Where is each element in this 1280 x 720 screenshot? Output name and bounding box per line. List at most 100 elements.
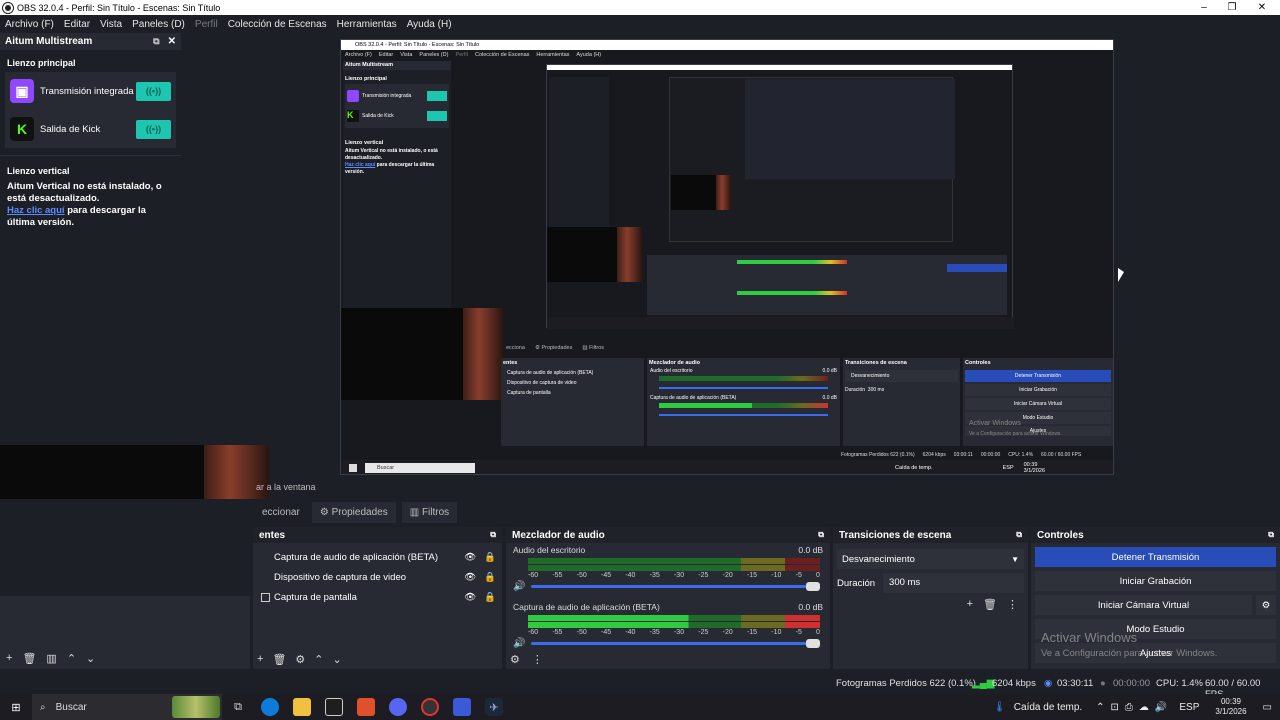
meter-scale: -60 -55 -50 -45 -40 -35 -30 -25 -20 -15 -10 -5 0 — [528, 572, 820, 579]
start-recording-button[interactable]: Iniciar Grabación — [1035, 571, 1276, 591]
kick-live-button[interactable]: ((•)) — [136, 119, 171, 139]
chevron-down-icon: ▼ — [1011, 554, 1019, 564]
record-icon: ● — [1100, 678, 1106, 689]
vertical-message: Aitum Vertical no está instalado, o está… — [7, 181, 162, 204]
mixer-channel-db: 0.0 dB — [798, 602, 823, 612]
taskbar-search[interactable]: ⌕ Buscar — [32, 694, 222, 720]
sources-toolbar: + 🗑 ⚙ ⌃ ⌄ — [257, 653, 342, 666]
dock-undock-icon[interactable]: ⧉ — [1016, 530, 1022, 540]
dock-header: Aitum Multistream ⧉ ✕ — [0, 33, 181, 50]
menu-perfil[interactable]: Perfil — [190, 19, 223, 30]
file-explorer-icon[interactable] — [293, 698, 311, 716]
scene-filters-icon[interactable]: ▥ — [46, 652, 56, 665]
brave-icon[interactable] — [357, 698, 375, 716]
obs-taskbar-icon[interactable] — [421, 698, 439, 716]
transition-select[interactable]: Desvanecimiento ▼ — [837, 549, 1024, 569]
weather-text[interactable]: Caída de temp. — [1014, 702, 1082, 713]
dock-undock-icon[interactable]: ⧉ — [818, 530, 824, 540]
nested-titlebar: OBS 32.0.4 - Perfil: Sin Título - Escena… — [341, 40, 1113, 50]
visibility-eye-icon[interactable]: 👁 — [464, 592, 476, 603]
menu-coleccion-escenas[interactable]: Colección de Escenas — [223, 19, 332, 30]
start-virtual-camera-button[interactable]: Iniciar Cámara Virtual — [1035, 595, 1252, 615]
mixer-channel-db: 0.0 dB — [798, 545, 823, 555]
tab-select[interactable]: eccionar — [256, 502, 306, 523]
weather-icon: 🌡 — [993, 701, 1006, 713]
edge-icon[interactable] — [261, 698, 279, 716]
store-icon[interactable] — [325, 698, 343, 716]
scenes-panel: + 🗑 ▥ ⌃ ⌄ — [0, 596, 250, 669]
vertical-download-text: Haz clic aquí para descargar la última v… — [7, 205, 146, 228]
window-title: OBS 32.0.4 - Perfil: Sin Título - Escena… — [17, 2, 221, 13]
duration-input[interactable]: 300 ms — [883, 573, 1024, 593]
move-down-icon[interactable]: ⌄ — [86, 652, 95, 665]
dock-close-icon[interactable]: ✕ — [168, 36, 176, 47]
speaker-icon[interactable]: 🔊 — [513, 581, 525, 592]
language-indicator[interactable]: ESP — [1179, 702, 1199, 713]
move-down-icon[interactable]: ⌄ — [333, 653, 342, 666]
volume-slider[interactable] — [531, 582, 820, 591]
clock[interactable]: 00:39 3/1/2026 — [1215, 697, 1246, 717]
close-window-button[interactable]: ✕ — [1248, 0, 1276, 15]
task-view-icon[interactable]: ⧉ — [229, 698, 247, 716]
bitrate: 6204 kbps — [992, 678, 1036, 689]
tray-icons[interactable]: ⌃⊡⎙☁🔊 — [1096, 702, 1173, 713]
lock-icon[interactable]: 🔒 — [484, 592, 496, 603]
visibility-eye-icon[interactable]: 👁 — [464, 552, 476, 563]
minimize-button[interactable]: – — [1190, 0, 1218, 15]
menu-paneles[interactable]: Paneles (D) — [127, 19, 190, 30]
visibility-eye-icon[interactable]: 👁 — [464, 572, 476, 583]
steam-icon[interactable]: ✈ — [485, 698, 503, 716]
volume-slider[interactable] — [531, 639, 820, 648]
move-up-icon[interactable]: ⌃ — [314, 653, 323, 666]
menu-herramientas[interactable]: Herramientas — [332, 19, 402, 30]
menu-vista[interactable]: Vista — [95, 19, 127, 30]
maximize-button[interactable]: ❐ — [1218, 0, 1246, 15]
window-capture-hint: ar a la ventana — [256, 482, 316, 492]
lock-icon[interactable]: 🔒 — [484, 572, 496, 583]
twitch-live-button[interactable]: ((•)) — [136, 81, 171, 101]
dock-undock-icon[interactable]: ⧉ — [490, 530, 496, 540]
nested-menubar: Archivo (F) Editar Vista Paneles (D) Perfil C… — [345, 52, 602, 58]
source-item[interactable]: Captura de audio de aplicación (BETA) 👁 🔒 — [253, 547, 502, 567]
output-twitch: ▣ Transmisión integrada ((•)) — [5, 72, 176, 110]
source-item[interactable]: Captura de pantalla 👁 🔒 — [253, 587, 502, 607]
mixer-channel-name: Audio del escritorio — [513, 545, 586, 555]
mixer-menu-icon[interactable]: ⋮ — [532, 653, 543, 666]
menu-archivo[interactable]: Archivo (F) — [0, 19, 59, 30]
vertical-download-link[interactable]: Haz clic aquí — [7, 205, 65, 216]
outputs-box: ▣ Transmisión integrada ((•)) K Salida d… — [5, 72, 176, 148]
transition-menu-icon[interactable]: ⋮ — [1007, 598, 1018, 611]
discord-icon[interactable] — [389, 698, 407, 716]
nested-mixer: Mezclador de audio Audio del escritorio 0… — [647, 358, 840, 446]
app-icon[interactable] — [453, 698, 471, 716]
windows-start-icon[interactable]: ⊞ — [7, 698, 25, 716]
stop-streaming-button[interactable]: Detener Transmisión — [1035, 547, 1276, 567]
menu-editar[interactable]: Editar — [59, 19, 95, 30]
remove-transition-icon[interactable]: 🗑 — [983, 598, 997, 611]
display-capture-icon — [261, 592, 270, 602]
kick-icon: K — [10, 117, 34, 141]
source-item[interactable]: Dispositivo de captura de video 👁 🔒 — [253, 567, 502, 587]
notifications-icon[interactable]: ▭ — [1263, 702, 1272, 713]
cpu-usage: CPU: 1.4% — [1156, 678, 1203, 689]
audio-mixer-panel: Mezclador de audio ⧉ Audio del escritorio… — [506, 527, 830, 669]
dock-float-icon[interactable]: ⧉ — [153, 36, 159, 47]
stream-time: 03:30:11 — [1057, 678, 1094, 689]
output-name: Transmisión integrada — [40, 85, 134, 97]
menu-ayuda[interactable]: Ayuda (H) — [402, 19, 457, 30]
tab-filters[interactable]: ▥ Filtros — [401, 502, 458, 523]
dock-undock-icon[interactable]: ⧉ — [1268, 530, 1274, 540]
source-settings-icon[interactable]: ⚙ — [295, 653, 305, 666]
remove-source-icon[interactable]: 🗑 — [272, 653, 286, 666]
twitch-icon: ▣ — [10, 79, 34, 103]
mixer-settings-icon[interactable]: ⚙ — [510, 653, 520, 666]
remove-scene-icon[interactable]: 🗑 — [22, 652, 36, 665]
move-up-icon[interactable]: ⌃ — [67, 652, 76, 665]
tab-properties[interactable]: ⚙ Propiedades — [311, 502, 396, 523]
add-source-icon[interactable]: + — [257, 653, 263, 666]
add-scene-icon[interactable]: + — [6, 652, 12, 665]
lock-icon[interactable]: 🔒 — [484, 552, 496, 563]
add-transition-icon[interactable]: + — [967, 598, 973, 611]
virtual-camera-settings-icon[interactable]: ⚙ — [1256, 595, 1276, 615]
speaker-icon[interactable]: 🔊 — [513, 638, 525, 649]
